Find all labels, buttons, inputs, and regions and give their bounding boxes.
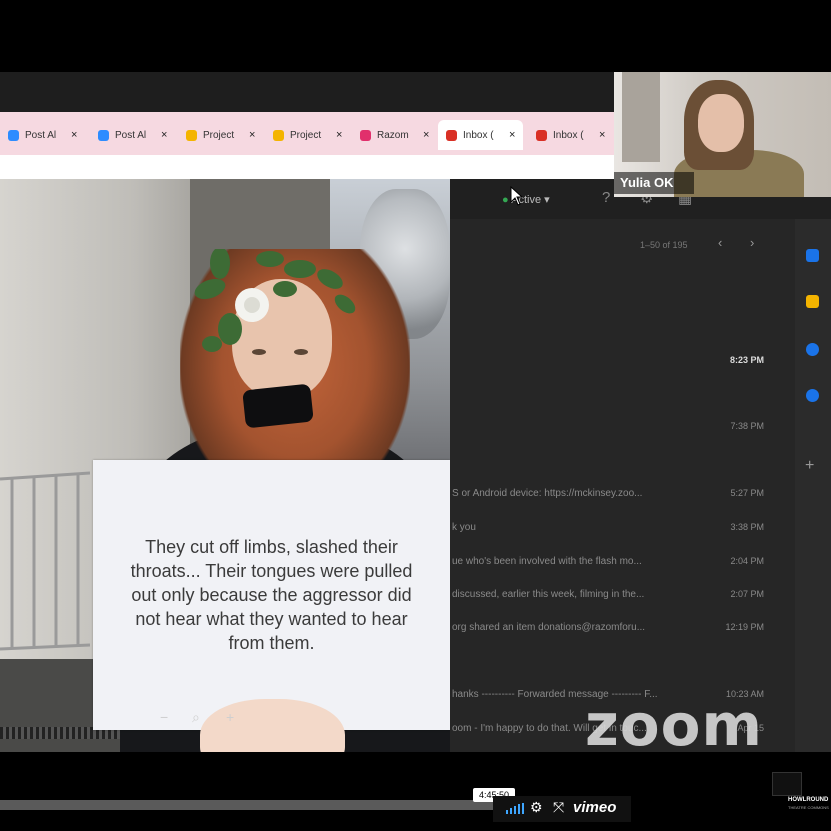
tab-label: Project bbox=[290, 129, 322, 141]
flower-wreath bbox=[194, 249, 356, 352]
tab-label: Post Al bbox=[25, 129, 57, 141]
browser-tab-active[interactable]: Inbox ( × bbox=[438, 120, 524, 150]
tab-label: Razom bbox=[377, 129, 409, 141]
help-icon[interactable]: ? bbox=[602, 189, 610, 206]
zoom-icon bbox=[8, 129, 19, 141]
video-progress-fill bbox=[0, 800, 493, 810]
settings-gear-icon[interactable]: ⚙ bbox=[530, 799, 543, 816]
tab-close-icon[interactable]: × bbox=[71, 129, 77, 141]
tab-close-icon[interactable]: × bbox=[336, 129, 342, 141]
calendar-icon[interactable] bbox=[806, 249, 819, 262]
email-row[interactable]: k you 3:38 PM bbox=[450, 520, 768, 538]
tab-label: Inbox ( bbox=[463, 129, 494, 141]
volume-icon[interactable] bbox=[506, 803, 524, 814]
vimeo-logo[interactable]: vimeo bbox=[573, 799, 616, 816]
fullscreen-icon[interactable]: ⤧ bbox=[553, 799, 564, 816]
protest-sign: They cut off limbs, slashed their throat… bbox=[93, 460, 450, 730]
email-row[interactable]: ue who's been involved with the flash mo… bbox=[450, 554, 768, 572]
tab-close-icon[interactable]: × bbox=[599, 129, 605, 141]
mouse-cursor-icon bbox=[510, 186, 524, 206]
mouth-tape bbox=[242, 383, 314, 429]
gmail-icon bbox=[536, 129, 547, 141]
player-controls: ⚙ ⤧ vimeo bbox=[493, 796, 631, 822]
howlround-subtitle: THEATRE COMMONS bbox=[788, 805, 829, 810]
tab-close-icon[interactable]: × bbox=[509, 129, 515, 141]
gmail-side-panel: + bbox=[795, 219, 831, 752]
zoom-out-icon[interactable]: − bbox=[160, 709, 168, 725]
metal-barrier bbox=[0, 471, 90, 651]
add-icon[interactable]: + bbox=[805, 457, 814, 475]
browser-tab[interactable]: Inbox ( × bbox=[536, 124, 605, 146]
tab-close-icon[interactable]: × bbox=[161, 129, 167, 141]
browser-tab[interactable]: Project × bbox=[273, 124, 342, 146]
chevron-down-icon: ▾ bbox=[544, 194, 550, 206]
tab-label: Inbox ( bbox=[553, 129, 584, 141]
google-slides-icon bbox=[273, 129, 284, 141]
status-dot-icon: ● bbox=[502, 194, 509, 206]
tab-label: Post Al bbox=[115, 129, 147, 141]
browser-tab-strip: Post Al × Post Al × Project × Project × … bbox=[0, 112, 615, 155]
email-row[interactable]: discussed, earlier this week, filming in… bbox=[450, 587, 768, 605]
gmail-inbox-panel: ● Active ▾ ? ⚙ ▦ 1–50 of 195 ‹ › 8:23 PM… bbox=[450, 179, 831, 752]
browser-tab[interactable]: Razom × bbox=[360, 124, 429, 146]
protest-photo: They cut off limbs, slashed their throat… bbox=[0, 179, 450, 752]
browser-tab[interactable]: Post Al × bbox=[8, 124, 77, 146]
browser-tab[interactable]: Project × bbox=[186, 124, 255, 146]
tasks-icon[interactable] bbox=[806, 343, 819, 356]
keep-icon[interactable] bbox=[806, 295, 819, 308]
zoom-participant-tile[interactable]: Yulia OK bbox=[614, 72, 831, 197]
instagram-icon bbox=[360, 129, 371, 141]
tab-label: Project bbox=[203, 129, 235, 141]
door bbox=[622, 72, 660, 162]
email-row[interactable]: 7:38 PM bbox=[450, 419, 768, 437]
video-progress-bar[interactable] bbox=[0, 800, 493, 810]
tab-close-icon[interactable]: × bbox=[423, 129, 429, 141]
google-slides-icon bbox=[186, 129, 197, 141]
address-bar[interactable] bbox=[0, 155, 615, 179]
browser-tab[interactable]: Post Al × bbox=[98, 124, 167, 146]
magnifier-icon[interactable]: ⌕ bbox=[192, 709, 200, 726]
tab-close-icon[interactable]: × bbox=[249, 129, 255, 141]
sign-text: They cut off limbs, slashed their throat… bbox=[130, 537, 413, 653]
chevron-left-icon[interactable]: ‹ bbox=[718, 235, 722, 250]
email-row[interactable]: org shared an item donations@razomforu..… bbox=[450, 620, 768, 638]
participant-name: Yulia OK bbox=[620, 175, 674, 190]
email-row[interactable]: S or Android device: https://mckinsey.zo… bbox=[450, 486, 768, 504]
chevron-right-icon[interactable]: › bbox=[750, 235, 754, 250]
howlround-logo-mark bbox=[772, 772, 802, 796]
zoom-watermark-logo: zoom bbox=[585, 691, 763, 752]
gmail-icon bbox=[446, 129, 457, 141]
zoom-in-icon[interactable]: + bbox=[226, 709, 234, 725]
howlround-name: HOWLROUND bbox=[788, 797, 829, 803]
zoom-icon bbox=[98, 129, 109, 141]
howlround-watermark: HOWLROUND THEATRE COMMONS bbox=[772, 772, 831, 831]
email-row[interactable]: 8:23 PM bbox=[450, 353, 768, 371]
participant-face bbox=[698, 94, 744, 152]
contacts-icon[interactable] bbox=[806, 389, 819, 402]
pagination-counter: 1–50 of 195 bbox=[640, 240, 688, 250]
